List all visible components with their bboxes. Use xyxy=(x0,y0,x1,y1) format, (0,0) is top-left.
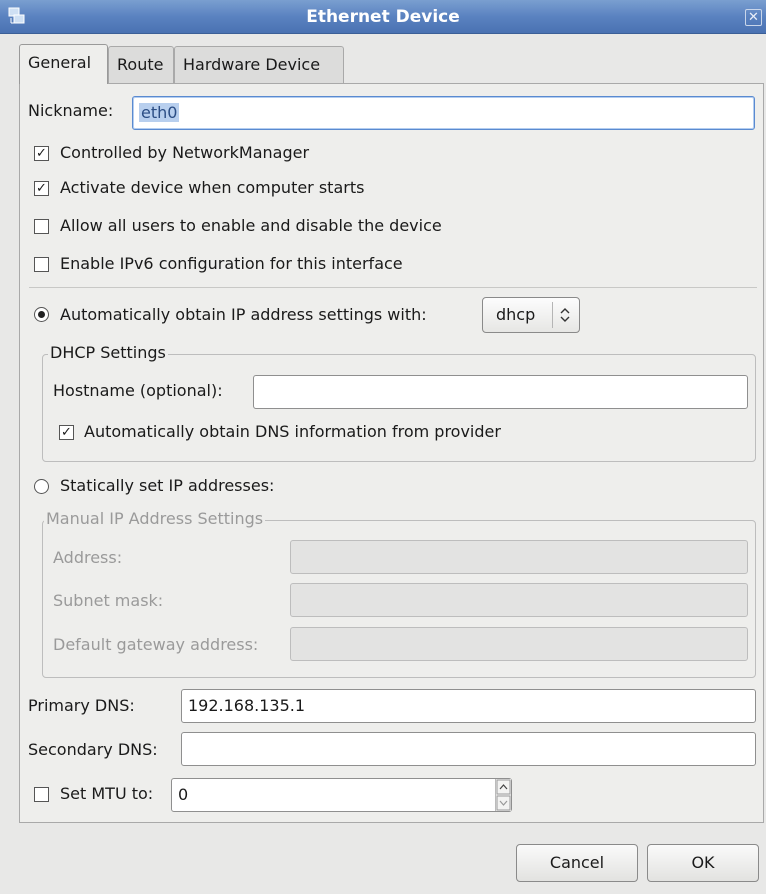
primary-dns-label: Primary DNS: xyxy=(28,696,135,715)
manual-ip-label: Manual IP Address Settings xyxy=(44,509,266,528)
default-gateway-label: Default gateway address: xyxy=(53,635,259,654)
activate-on-boot-checkbox[interactable]: ✓ xyxy=(34,181,49,196)
title-bar[interactable]: Ethernet Device ✕ xyxy=(0,0,766,34)
primary-dns-input[interactable]: 192.168.135.1 xyxy=(181,689,756,723)
secondary-dns-input[interactable] xyxy=(181,732,756,766)
controlled-nm-checkbox[interactable]: ✓ xyxy=(34,146,49,161)
enable-ipv6-checkbox[interactable] xyxy=(34,257,49,272)
combo-divider xyxy=(552,302,553,328)
subnet-mask-input[interactable] xyxy=(290,583,748,617)
close-icon[interactable]: ✕ xyxy=(745,9,762,26)
nickname-value: eth0 xyxy=(139,103,180,122)
auto-dns-label: Automatically obtain DNS information fro… xyxy=(84,422,501,441)
set-mtu-checkbox[interactable] xyxy=(34,787,49,802)
cancel-button[interactable]: Cancel xyxy=(516,844,638,882)
address-input[interactable] xyxy=(290,540,748,574)
ip-method-select[interactable]: dhcp xyxy=(482,297,580,333)
tab-route[interactable]: Route xyxy=(108,46,174,84)
nickname-label: Nickname: xyxy=(28,101,114,120)
secondary-dns-label: Secondary DNS: xyxy=(28,740,158,759)
window-title: Ethernet Device xyxy=(306,7,460,27)
allow-users-checkbox[interactable] xyxy=(34,219,49,234)
ip-method-value: dhcp xyxy=(496,305,536,324)
auto-ip-radio[interactable] xyxy=(34,307,49,322)
dhcp-settings-label: DHCP Settings xyxy=(48,343,168,362)
controlled-nm-label: Controlled by NetworkManager xyxy=(60,143,310,162)
nickname-input[interactable]: eth0 xyxy=(132,96,755,130)
enable-ipv6-label: Enable IPv6 configuration for this inter… xyxy=(60,254,403,273)
mtu-spin-buttons[interactable] xyxy=(495,779,511,811)
set-mtu-label: Set MTU to: xyxy=(60,784,154,803)
tab-hardware-device[interactable]: Hardware Device xyxy=(174,46,344,84)
spin-arrows-icon xyxy=(496,779,511,811)
subnet-mask-label: Subnet mask: xyxy=(53,591,164,610)
activate-on-boot-label: Activate device when computer starts xyxy=(60,178,365,197)
address-label: Address: xyxy=(53,548,123,567)
hostname-label: Hostname (optional): xyxy=(53,381,223,400)
tab-general[interactable]: General xyxy=(19,44,108,84)
static-ip-radio[interactable] xyxy=(34,479,49,494)
ok-button[interactable]: OK xyxy=(647,844,759,882)
updown-arrows-icon xyxy=(558,305,572,325)
auto-ip-label: Automatically obtain IP address settings… xyxy=(60,305,427,324)
hostname-input[interactable] xyxy=(253,375,748,409)
allow-users-label: Allow all users to enable and disable th… xyxy=(60,216,442,235)
auto-dns-checkbox[interactable]: ✓ xyxy=(59,425,74,440)
mtu-spin-input[interactable]: 0 xyxy=(171,778,512,812)
mtu-value: 0 xyxy=(178,785,189,804)
separator xyxy=(29,287,757,288)
default-gateway-input[interactable] xyxy=(290,627,748,661)
static-ip-label: Statically set IP addresses: xyxy=(60,476,275,495)
